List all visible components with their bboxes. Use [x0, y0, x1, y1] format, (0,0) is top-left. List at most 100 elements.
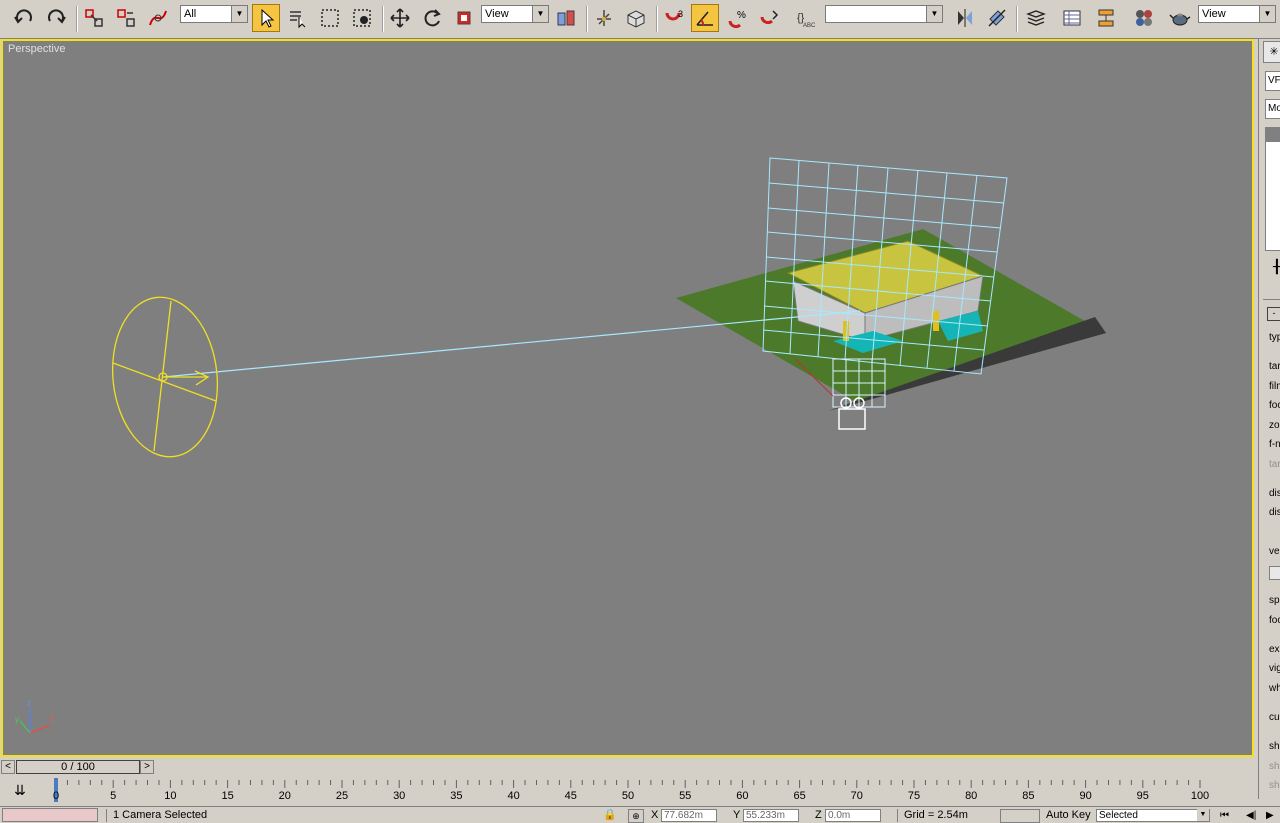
- angle-snap-toggle-icon[interactable]: [691, 4, 719, 32]
- select-and-rotate-icon[interactable]: [418, 4, 446, 32]
- time-prev-button[interactable]: <: [1, 760, 15, 774]
- edit-named-selection-icon[interactable]: {} ABC: [792, 4, 820, 32]
- param-vignetting-label: vig: [1269, 663, 1280, 674]
- select-and-move-icon[interactable]: [386, 4, 414, 32]
- chevron-down-icon: ▼: [926, 6, 942, 22]
- bind-to-space-warp-icon[interactable]: [144, 4, 172, 32]
- param-white-balance-label: wh: [1269, 683, 1280, 694]
- curve-editor-icon[interactable]: [1058, 4, 1086, 32]
- redo-icon[interactable]: [42, 4, 70, 32]
- schematic-view-icon[interactable]: [1092, 4, 1120, 32]
- render-type-value: View: [1202, 8, 1226, 20]
- reference-coordinate-value: View: [485, 8, 509, 20]
- named-selection-dropdown[interactable]: ▼: [825, 5, 943, 23]
- object-name-field[interactable]: VF: [1265, 71, 1280, 91]
- select-and-link-icon[interactable]: [80, 4, 108, 32]
- snaps-toggle-icon[interactable]: 3: [660, 4, 688, 32]
- pin-stack-icon[interactable]: ╂: [1273, 259, 1280, 275]
- ruler-tick-label: 0: [52, 790, 60, 802]
- param-shutter-angle-label: sh: [1269, 761, 1280, 772]
- param-fnumber-label: f-n: [1269, 439, 1280, 450]
- spinner-snap-toggle-icon[interactable]: [756, 4, 784, 32]
- selection-filter-value: All: [184, 8, 197, 20]
- scene-canvas: [19, 157, 1106, 734]
- svg-text:3: 3: [678, 9, 683, 19]
- mirror-icon[interactable]: [951, 4, 979, 32]
- ruler-tick-label: 30: [393, 790, 406, 802]
- z-coord-field[interactable]: 0.0m: [825, 809, 881, 822]
- previous-frame-icon[interactable]: ◀|: [1246, 809, 1256, 822]
- ruler-tick-label: 60: [736, 790, 749, 802]
- reference-coordinate-dropdown[interactable]: View ▼: [481, 5, 549, 23]
- play-icon[interactable]: ▶: [1266, 809, 1274, 822]
- axis-tripod: [19, 709, 51, 734]
- rollout-collapse-button[interactable]: -: [1267, 307, 1280, 321]
- go-to-start-icon[interactable]: ⏮: [1220, 809, 1229, 822]
- param-vertical-shift-label: ve: [1269, 546, 1280, 557]
- percent-snap-toggle-icon[interactable]: %: [724, 4, 752, 32]
- rectangular-selection-region-icon[interactable]: [316, 4, 344, 32]
- track-bar[interactable]: ⇊ 0 5 10 15 20 25 30 35 40 45 50 55 60 65 70 75 80 85 90 95…: [0, 776, 1256, 806]
- selection-filter-dropdown[interactable]: All ▼: [180, 5, 248, 23]
- time-slider-thumb[interactable]: 0 / 100: [16, 760, 140, 774]
- undo-icon[interactable]: [10, 4, 38, 32]
- create-tab-icon[interactable]: ✳: [1263, 41, 1280, 63]
- vertical-shift-button[interactable]: [1269, 566, 1280, 580]
- param-shutter-speed-label: sh: [1269, 741, 1280, 752]
- auto-key-button[interactable]: Auto Key: [1046, 809, 1091, 822]
- modifier-list-dropdown[interactable]: Mo: [1265, 99, 1280, 119]
- param-distortion-2-label: dis: [1269, 507, 1280, 518]
- render-type-dropdown[interactable]: View ▼: [1198, 5, 1276, 23]
- ruler-tick-label: 65: [793, 790, 806, 802]
- x-coord-label: X: [651, 809, 659, 821]
- window-crossing-icon[interactable]: [348, 4, 376, 32]
- param-target-label: tar: [1269, 361, 1280, 372]
- ruler-tick-label: 70: [850, 790, 863, 802]
- time-slider[interactable]: < 0 / 100 >: [0, 759, 1256, 775]
- ruler-tick-label: 50: [621, 790, 635, 802]
- select-object-icon[interactable]: [252, 4, 280, 32]
- param-focal-label: foc: [1269, 400, 1280, 411]
- ruler-tick-label: 10: [164, 790, 177, 802]
- time-next-button[interactable]: >: [140, 760, 154, 774]
- ruler-tick-label: 75: [907, 790, 921, 802]
- y-coord-field[interactable]: 55.233m: [743, 809, 799, 822]
- ruler-tick-label: 45: [564, 790, 577, 802]
- key-filter-dropdown[interactable]: Selected ▼: [1096, 809, 1210, 822]
- key-filter-value: Selected: [1099, 810, 1138, 821]
- axis-x-label: x: [50, 714, 54, 723]
- align-icon[interactable]: [983, 4, 1011, 32]
- status-bar: 1 Camera Selected 🔒 ⊕ X 77.682m Y 55.233…: [0, 806, 1280, 823]
- render-scene-teapot-icon[interactable]: [1166, 4, 1194, 32]
- chevron-down-icon: ▼: [231, 6, 247, 22]
- axis-z-label: z: [27, 699, 31, 708]
- perspective-viewport[interactable]: Perspective z x y: [1, 39, 1254, 757]
- selection-status: 1 Camera Selected: [106, 809, 593, 822]
- maxscript-listener[interactable]: [2, 808, 98, 822]
- keyboard-shortcut-override-icon[interactable]: [622, 4, 650, 32]
- ruler-tick-label: 90: [1079, 790, 1092, 802]
- camera-cone-ellipse[interactable]: [105, 292, 225, 462]
- chevron-down-icon: ▼: [532, 6, 548, 22]
- unlink-selection-icon[interactable]: [112, 4, 140, 32]
- chevron-down-icon: ▼: [1259, 6, 1275, 22]
- param-specify-focus-label: sp: [1269, 595, 1280, 606]
- grid-size-display: Grid = 2.54m: [897, 809, 1004, 822]
- ruler-tick-label: 15: [221, 790, 234, 802]
- modifier-stack-list[interactable]: [1265, 127, 1280, 251]
- command-panel: ✳ VF Mo ╂ - typ tar film foc zo f-n tar …: [1258, 39, 1280, 799]
- param-distortion-label: dis: [1269, 488, 1280, 499]
- select-by-name-icon[interactable]: [284, 4, 312, 32]
- svg-text:%: %: [737, 10, 746, 21]
- layer-manager-icon[interactable]: [1022, 4, 1050, 32]
- lock-selection-icon[interactable]: 🔒: [603, 809, 617, 822]
- ruler-tick-label: 20: [278, 790, 291, 802]
- pivot-point-center-icon[interactable]: [552, 4, 580, 32]
- select-and-manipulate-icon[interactable]: [590, 4, 618, 32]
- z-coord-label: Z: [815, 809, 822, 821]
- param-type-label: typ: [1269, 332, 1280, 343]
- ruler-tick-label: 80: [965, 790, 978, 802]
- x-coord-field[interactable]: 77.682m: [661, 809, 717, 822]
- select-and-scale-icon[interactable]: [450, 4, 478, 32]
- material-editor-icon[interactable]: [1130, 4, 1158, 32]
